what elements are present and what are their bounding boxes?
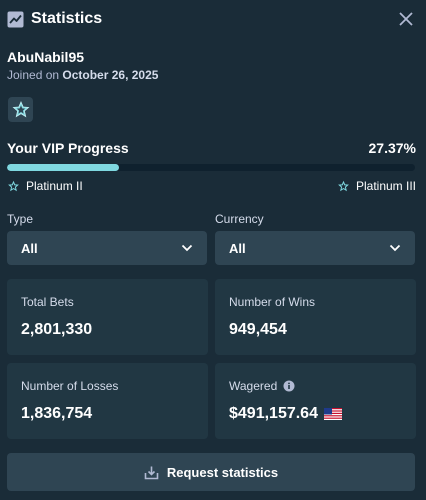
username: AbuNabil95 [7, 49, 85, 65]
current-tier: Platinum II [7, 179, 83, 193]
modal-header: Statistics [0, 0, 426, 38]
vip-progress-percent: 27.37% [368, 140, 416, 156]
close-icon[interactable] [398, 11, 414, 27]
currency-select[interactable]: All [215, 231, 415, 265]
download-tray-icon [144, 466, 159, 479]
type-select[interactable]: All [7, 231, 207, 265]
total-bets-label: Total Bets [21, 295, 74, 309]
wins-value: 949,454 [229, 321, 287, 338]
wagered-label: Wagered [229, 379, 278, 393]
info-icon[interactable] [283, 380, 295, 392]
total-bets-value: 2,801,330 [21, 321, 93, 338]
losses-card: Number of Losses 1,836,754 [7, 363, 208, 439]
wins-label: Number of Wins [229, 295, 316, 309]
next-tier: Platinum III [337, 179, 416, 193]
type-label: Type [7, 212, 34, 226]
wagered-value-row: $491,157.64 [229, 405, 402, 423]
platinum-star-icon [8, 180, 19, 191]
vip-progress-title: Your VIP Progress [7, 140, 129, 156]
wagered-card: Wagered $491,157.64 [215, 363, 416, 439]
chart-trend-icon [7, 11, 24, 28]
currency-label: Currency [215, 212, 264, 226]
vip-badge-icon [8, 97, 33, 122]
us-flag-icon [323, 408, 342, 420]
currency-select-value: All [229, 240, 246, 256]
wagered-label-row: Wagered [229, 379, 402, 393]
losses-value: 1,836,754 [21, 405, 93, 422]
wagered-value: $491,157.64 [229, 405, 318, 422]
joined-date: Joined on October 26, 2025 [7, 68, 158, 82]
joined-prefix: Joined on [7, 68, 60, 82]
modal-title: Statistics [31, 10, 103, 27]
chevron-down-icon [389, 244, 401, 252]
joined-date-value: October 26, 2025 [62, 68, 159, 82]
vip-progress-bar [7, 164, 415, 171]
losses-label: Number of Losses [21, 379, 119, 393]
request-statistics-label: Request statistics [166, 464, 279, 480]
next-tier-label: Platinum III [355, 179, 416, 193]
total-bets-card: Total Bets 2,801,330 [7, 279, 208, 355]
type-select-value: All [21, 240, 38, 256]
chevron-down-icon [181, 244, 193, 252]
vip-progress-fill [7, 164, 119, 171]
current-tier-label: Platinum II [26, 179, 83, 193]
wins-card: Number of Wins 949,454 [215, 279, 416, 355]
platinum-star-icon [338, 180, 349, 191]
request-statistics-button[interactable]: Request statistics [7, 453, 415, 491]
